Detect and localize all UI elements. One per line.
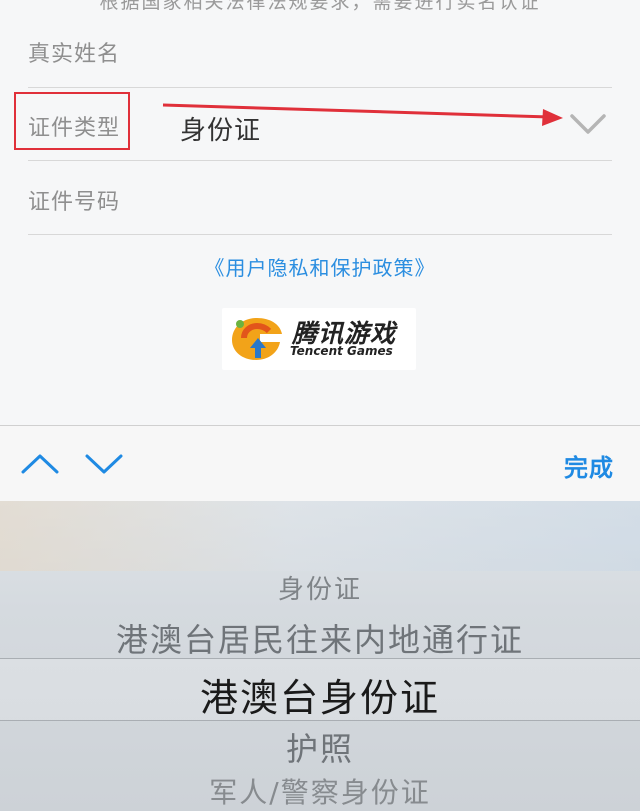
picker-background — [0, 501, 640, 571]
tencent-games-g-icon — [232, 318, 282, 360]
done-button[interactable]: 完成 — [564, 448, 614, 483]
divider — [28, 234, 612, 235]
next-field-button[interactable] — [84, 448, 124, 478]
privacy-policy-link[interactable]: 《用户隐私和保护政策》 — [0, 252, 640, 281]
picker-option[interactable]: 护照 — [0, 724, 640, 770]
form-description: 根据国家相关法律法规要求，需要进行实名认证 — [99, 0, 541, 13]
keyboard-toolbar: 完成 — [0, 425, 640, 502]
annotation-highlight-box — [14, 92, 130, 150]
divider — [28, 87, 612, 88]
picker-option-selected[interactable]: 港澳台身份证 — [0, 667, 640, 722]
picker-option[interactable]: 军人/警察身份证 — [0, 771, 640, 811]
id-type-picker[interactable]: 身份证 港澳台居民往来内地通行证 港澳台身份证 护照 军人/警察身份证 — [0, 501, 640, 811]
id-verification-form: 根据国家相关法律法规要求，需要进行实名认证 真实姓名 证件类型 身份证 证件号码… — [0, 0, 640, 425]
picker-option[interactable]: 身份证 — [0, 569, 640, 606]
tencent-games-logo: 腾讯游戏 Tencent Games — [222, 308, 416, 370]
id-number-field[interactable]: 证件号码 — [28, 184, 120, 216]
chevron-down-icon[interactable] — [568, 108, 608, 138]
annotation-arrow — [162, 103, 563, 126]
previous-field-button[interactable] — [20, 448, 60, 478]
picker-option[interactable]: 港澳台居民往来内地通行证 — [0, 615, 640, 661]
logo-text-en: Tencent Games — [290, 344, 393, 358]
divider — [28, 160, 612, 161]
real-name-label: 真实姓名 — [28, 42, 121, 67]
